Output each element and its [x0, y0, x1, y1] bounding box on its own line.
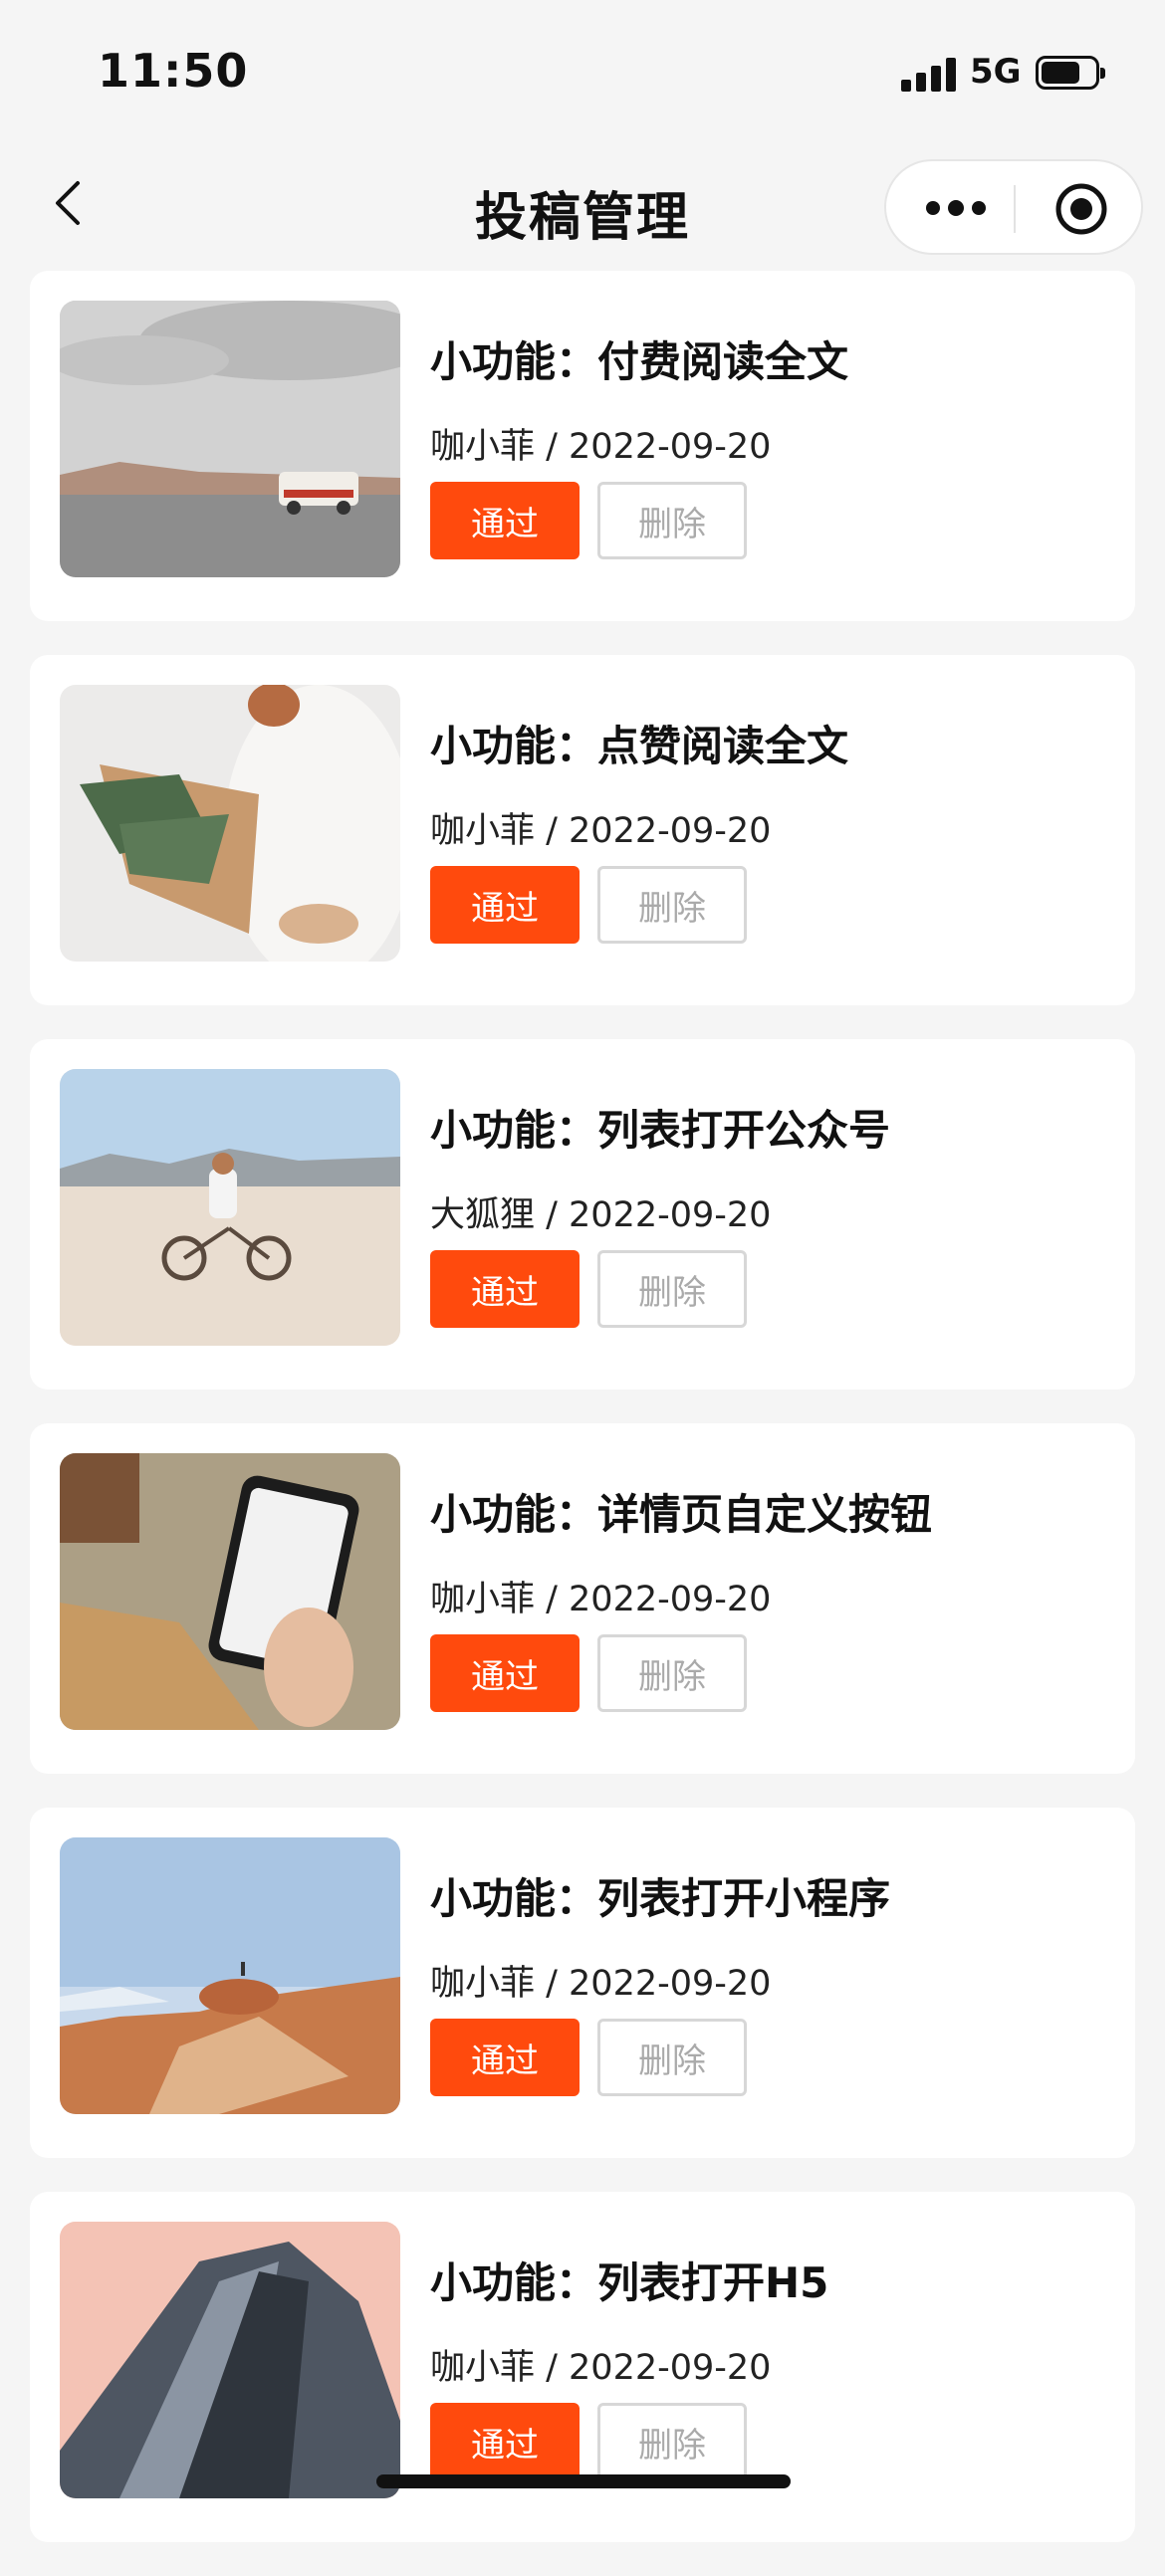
thumbnail-image — [60, 1453, 400, 1730]
approve-button[interactable]: 通过 — [430, 2403, 580, 2480]
network-type: 5G — [970, 52, 1022, 92]
thumbnail-image — [60, 685, 400, 962]
delete-button[interactable]: 删除 — [597, 2019, 747, 2096]
home-indicator — [376, 2474, 791, 2488]
item-title[interactable]: 小功能：列表打开公众号 — [430, 1097, 890, 1158]
delete-button[interactable]: 删除 — [597, 866, 747, 944]
item-meta: 咖小菲 / 2022-09-20 — [430, 1964, 772, 2004]
item-meta: 咖小菲 / 2022-09-20 — [430, 811, 772, 851]
delete-button[interactable]: 删除 — [597, 1634, 747, 1712]
approve-button[interactable]: 通过 — [430, 1250, 580, 1328]
list-item[interactable]: 小功能：列表打开H5 咖小菲 / 2022-09-20 通过 删除 — [30, 2192, 1135, 2542]
item-meta: 咖小菲 / 2022-09-20 — [430, 427, 772, 467]
delete-button[interactable]: 删除 — [597, 1250, 747, 1328]
item-title[interactable]: 小功能：点赞阅读全文 — [430, 713, 848, 773]
battery-icon — [1036, 56, 1105, 90]
nav-bar: 投稿管理 — [0, 139, 1165, 269]
item-title[interactable]: 小功能：列表打开小程序 — [430, 1865, 890, 1926]
capsule-menu — [884, 159, 1143, 255]
item-meta: 大狐狸 / 2022-09-20 — [430, 1195, 772, 1235]
delete-button[interactable]: 删除 — [597, 2403, 747, 2480]
thumbnail-image — [60, 1837, 400, 2114]
signal-icon — [901, 58, 957, 92]
approve-button[interactable]: 通过 — [430, 1634, 580, 1712]
item-meta: 咖小菲 / 2022-09-20 — [430, 2348, 772, 2388]
list-item[interactable]: 小功能：列表打开公众号 大狐狸 / 2022-09-20 通过 删除 — [30, 1039, 1135, 1390]
thumbnail-image — [60, 1069, 400, 1346]
item-title[interactable]: 小功能：列表打开H5 — [430, 2250, 828, 2310]
list-item[interactable]: 小功能：点赞阅读全文 咖小菲 / 2022-09-20 通过 删除 — [30, 655, 1135, 1005]
thumbnail-image — [60, 2222, 400, 2498]
list-item[interactable]: 小功能：列表打开小程序 咖小菲 / 2022-09-20 通过 删除 — [30, 1808, 1135, 2158]
capsule-divider — [1014, 185, 1016, 233]
more-icon[interactable] — [926, 189, 986, 229]
status-time: 11:50 — [98, 44, 249, 98]
thumbnail-image — [60, 301, 400, 577]
status-bar: 11:50 5G — [0, 0, 1165, 139]
item-title[interactable]: 小功能：详情页自定义按钮 — [430, 1481, 932, 1542]
approve-button[interactable]: 通过 — [430, 866, 580, 944]
item-title[interactable]: 小功能：付费阅读全文 — [430, 328, 848, 389]
close-target-icon[interactable] — [1053, 181, 1109, 237]
delete-button[interactable]: 删除 — [597, 482, 747, 559]
list-item[interactable]: 小功能：付费阅读全文 咖小菲 / 2022-09-20 通过 删除 — [30, 271, 1135, 621]
list-item[interactable]: 小功能：详情页自定义按钮 咖小菲 / 2022-09-20 通过 删除 — [30, 1423, 1135, 1774]
submission-list: 小功能：付费阅读全文 咖小菲 / 2022-09-20 通过 删除 小功能：点赞… — [30, 271, 1135, 2576]
approve-button[interactable]: 通过 — [430, 2019, 580, 2096]
approve-button[interactable]: 通过 — [430, 482, 580, 559]
item-meta: 咖小菲 / 2022-09-20 — [430, 1580, 772, 1619]
